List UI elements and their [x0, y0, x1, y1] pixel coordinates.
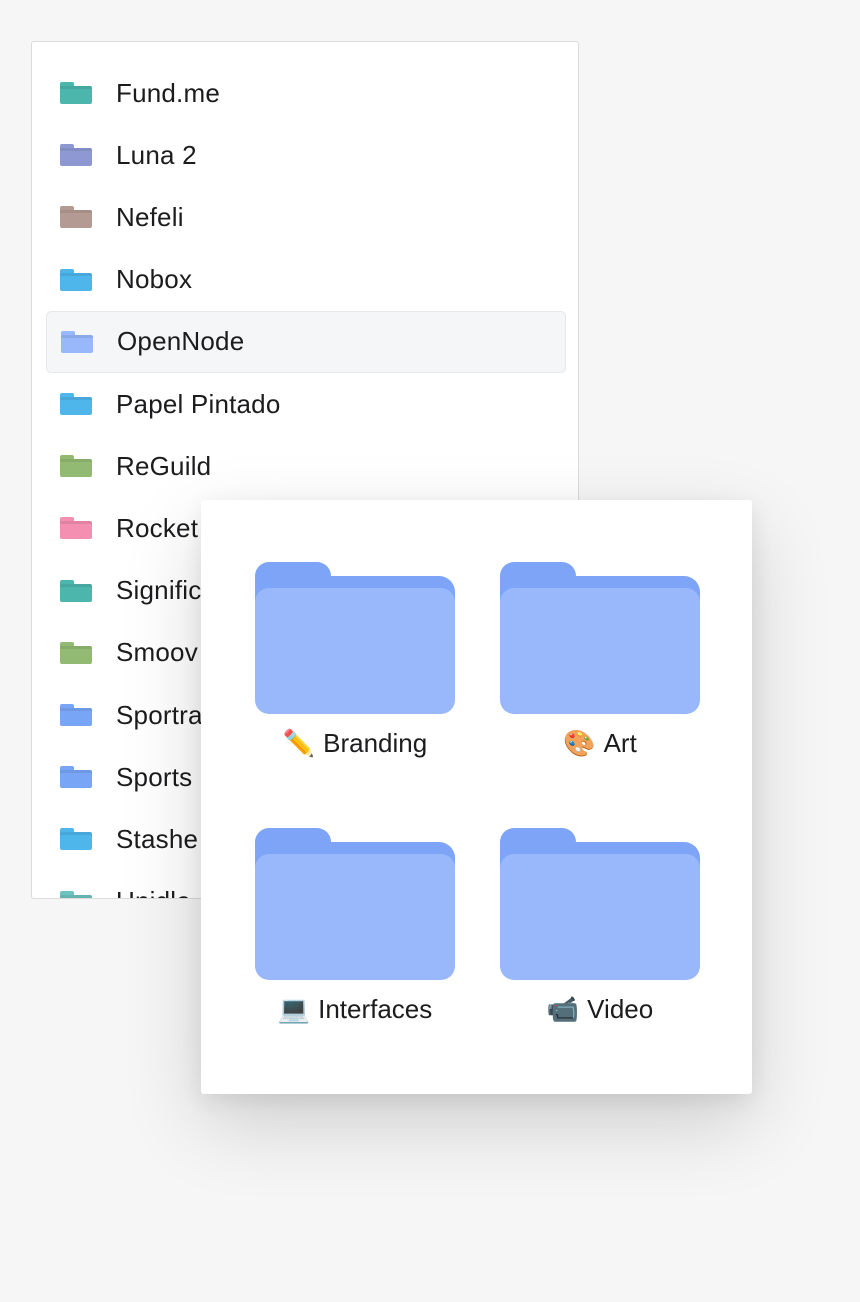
folder-icon	[60, 82, 92, 104]
folder-list-item-label: Fund.me	[116, 77, 221, 108]
folder-icon	[500, 562, 700, 714]
folder-icon	[60, 517, 92, 540]
folder-icon	[60, 890, 92, 898]
folder-icon	[255, 828, 455, 980]
folder-list-item-label: Unidle	[116, 886, 191, 898]
folder-icon	[60, 641, 92, 664]
folder-tile[interactable]: 🎨 Art	[500, 562, 700, 762]
folder-tile-caption: 📹 Video	[480, 994, 720, 1025]
folder-list-item-label: Sportra	[116, 699, 203, 730]
folder-list-item[interactable]: Papel Pintado	[46, 373, 566, 435]
folder-list-item-label: OpenNode	[117, 326, 245, 357]
folder-list-item[interactable]: Luna 2	[46, 124, 566, 186]
folder-tile[interactable]: 📹 Video	[500, 828, 700, 1028]
folder-list-item[interactable]: Fund.me	[46, 62, 566, 124]
folder-icon	[60, 268, 92, 291]
folder-list-item-label: Rocket	[116, 512, 199, 543]
folder-list-item-label: Smoov	[116, 637, 198, 668]
folder-tile-label: Video	[587, 994, 654, 1024]
folder-list-item-label: Signific	[116, 575, 202, 606]
folder-list-item-label: Nobox	[116, 264, 193, 295]
folder-tile-label: Branding	[323, 728, 428, 758]
folder-list-item-label: ReGuild	[116, 450, 212, 481]
folder-list-item[interactable]: OpenNode	[46, 310, 566, 373]
folder-list-item[interactable]: Nefeli	[46, 186, 566, 248]
folder-icon	[60, 579, 92, 602]
folder-icon	[255, 562, 455, 714]
folder-icon	[60, 828, 92, 851]
folder-tile[interactable]: ✏️ Branding	[255, 562, 455, 762]
folder-icon	[61, 330, 93, 353]
folder-icon	[500, 828, 700, 980]
folder-icon	[60, 455, 92, 478]
folder-emoji-icon: ✏️	[282, 729, 316, 759]
folder-tile[interactable]: 💻 Interfaces	[255, 828, 455, 1028]
folder-tile-caption: ✏️ Branding	[235, 728, 475, 759]
folder-tile-label: Interfaces	[318, 994, 433, 1024]
folder-list-item-label: Nefeli	[116, 201, 184, 232]
folder-grid-popover: ✏️ Branding 🎨 Art 💻 Interfaces 📹 Video	[201, 500, 752, 1094]
folder-tile-caption: 🎨 Art	[480, 728, 720, 759]
folder-list-item-label: Luna 2	[116, 139, 197, 170]
folder-tile-caption: 💻 Interfaces	[235, 994, 475, 1025]
folder-list-item-label: Stashe	[116, 823, 199, 854]
folder-tile-label: Art	[603, 728, 637, 758]
folder-list-item-label: Sports	[116, 761, 193, 792]
folder-list-item[interactable]: Nobox	[46, 249, 566, 311]
folder-list-item-label: Papel Pintado	[116, 388, 281, 419]
folder-icon	[60, 144, 92, 167]
folder-emoji-icon: 🎨	[563, 729, 596, 759]
folder-icon	[60, 766, 92, 789]
folder-icon	[60, 393, 92, 415]
folder-list-item[interactable]: ReGuild	[46, 435, 566, 497]
folder-emoji-icon: 📹	[546, 995, 580, 1025]
folder-emoji-icon: 💻	[277, 995, 311, 1025]
folder-icon	[60, 206, 92, 229]
folder-icon	[60, 704, 92, 726]
